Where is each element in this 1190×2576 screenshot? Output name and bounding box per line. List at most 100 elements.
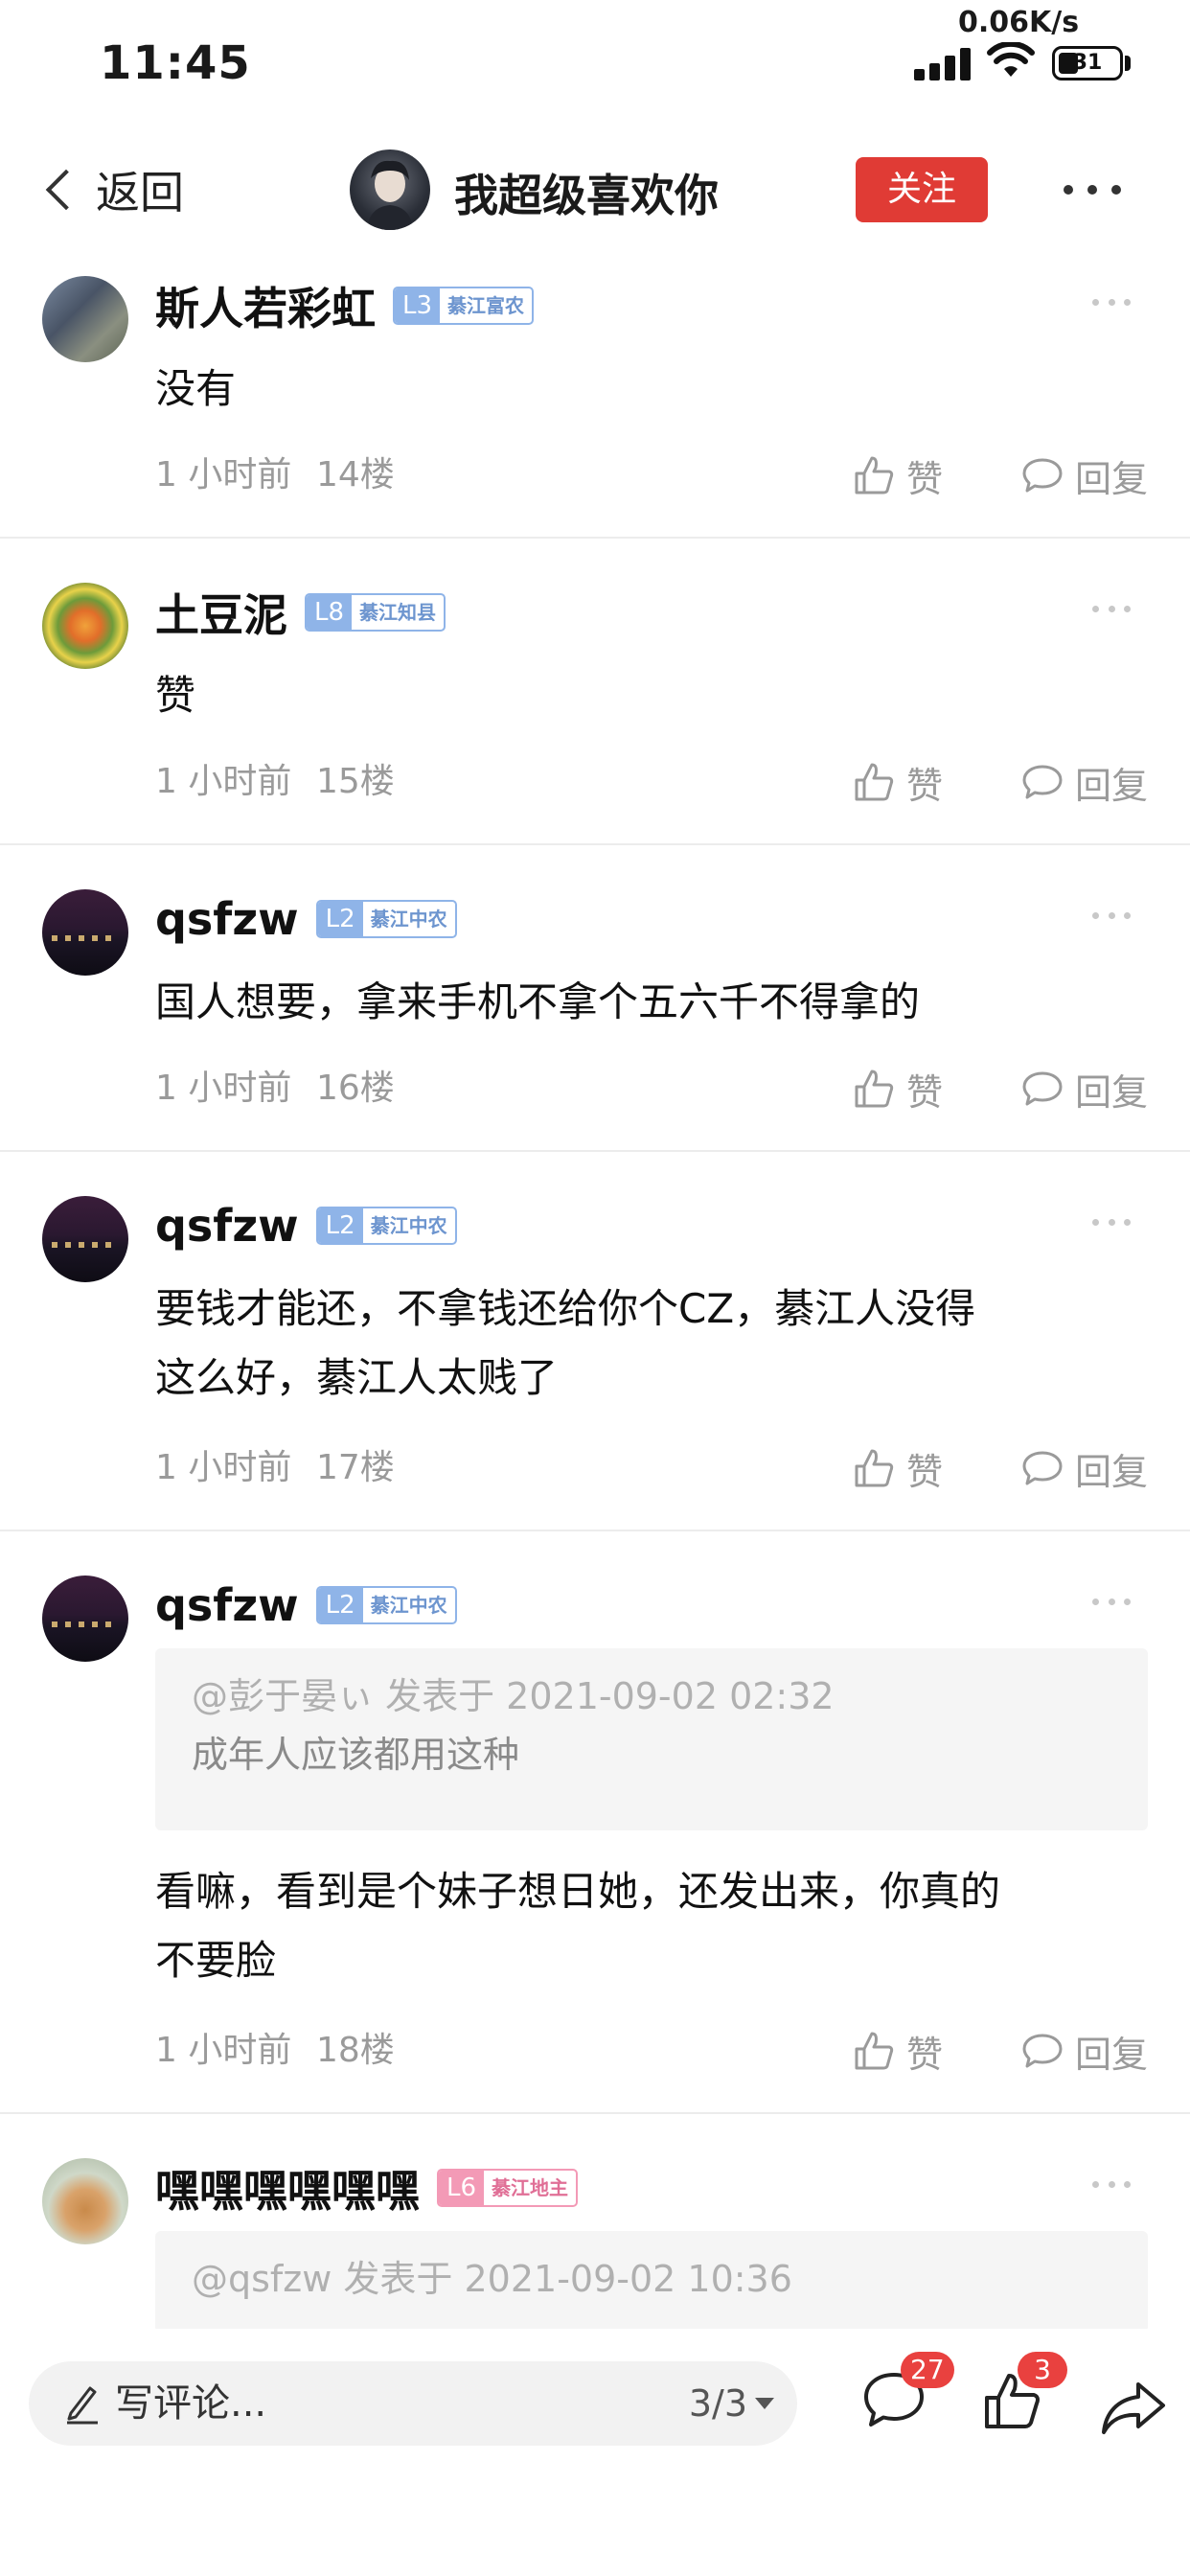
speech-bubble-icon [1022,1451,1063,1485]
comment-item: 嘿嘿嘿嘿嘿嘿 L6 綦江地主 @qsfzw 发表于 2021-09-02 10:… [0,2150,1190,2333]
comment-text: 国人想要，拿来手机不拿个五六千不得拿的 [155,978,921,1025]
more-horizontal-icon[interactable] [1092,299,1131,307]
like-button[interactable]: 赞 [853,448,943,502]
back-button[interactable]: 返回 [42,161,184,218]
username[interactable]: 斯人若彩虹 [155,274,376,337]
comment-meta: 1 小时前 15楼 赞 回复 [155,755,1148,809]
author-avatar[interactable] [350,150,430,230]
chevron-left-icon [45,169,87,211]
comment-item: 斯人若彩虹 L3 綦江富农 没有 1 小时前 14楼 赞 回复 [0,268,1190,539]
more-horizontal-icon[interactable] [1092,1598,1131,1606]
comment-text: 看嘛，看到是个妹子想日她，还发出来，你真的 不要脸 [155,1857,1152,1995]
avatar[interactable] [42,889,128,976]
comment-text: 没有 [155,365,237,412]
username[interactable]: qsfzw [155,1579,299,1631]
level-label: L6 [439,2171,485,2205]
net-speed: 0.06K/s [958,6,1080,39]
share-arrow-icon [1102,2382,1165,2434]
rank-title: 綦江中农 [370,1594,447,1617]
reply-label: 回复 [1074,1450,1148,1493]
floor-number: 17楼 [316,1448,395,1487]
avatar[interactable] [42,1196,128,1282]
comment-text: 赞 [155,672,196,719]
reply-button[interactable]: 回复 [1021,1441,1148,1495]
reply-button[interactable]: 回复 [1021,2024,1148,2078]
comment-item: 土豆泥 L8 綦江知县 赞 1 小时前 15楼 赞 回复 [0,575,1190,845]
avatar[interactable] [42,583,128,669]
username[interactable]: 嘿嘿嘿嘿嘿嘿 [155,2156,420,2220]
comment-text-line: 要钱才能还，不拿钱还给你个CZ，綦江人没得 [155,1285,976,1332]
comment-input[interactable]: 写评论... 3/3 [29,2361,797,2446]
more-horizontal-icon[interactable] [1092,1219,1131,1227]
username[interactable]: qsfzw [155,1200,299,1252]
share-button[interactable] [1100,2379,1167,2436]
comment-placeholder: 写评论... [115,2381,267,2426]
quoted-post[interactable]: @qsfzw 发表于 2021-09-02 10:36 [155,2231,1148,2333]
speech-bubble-icon [1022,1071,1063,1106]
like-post-button[interactable]: 3 [981,2352,1067,2438]
avatar[interactable] [42,1576,128,1662]
comment-meta: 1 小时前 14楼 赞 回复 [155,448,1148,502]
bottom-toolbar: 写评论... 3/3 27 3 [0,2329,1190,2576]
comment-item: qsfzw L2 綦江中农 要钱才能还，不拿钱还给你个CZ，綦江人没得 这么好，… [0,1188,1190,1531]
username[interactable]: 土豆泥 [155,581,287,644]
avatar[interactable] [42,276,128,362]
like-label: 赞 [905,2033,943,2076]
more-horizontal-icon[interactable] [1092,606,1131,613]
quote-text: 成年人应该都用这种 [192,1734,520,1776]
cellular-signal-icon [914,46,972,80]
more-horizontal-icon[interactable] [1092,2181,1131,2189]
comment-text-line: 不要脸 [155,1937,277,1984]
rank-title: 綦江中农 [370,1214,447,1237]
user-row: 嘿嘿嘿嘿嘿嘿 L6 綦江地主 [155,2156,579,2220]
back-label: 返回 [96,167,184,218]
user-row: qsfzw L2 綦江中农 [155,1574,457,1637]
comment-meta: 1 小时前 16楼 赞 回复 [155,1062,1148,1116]
more-horizontal-icon[interactable] [1064,180,1121,199]
level-label: L2 [317,1588,363,1622]
reply-button[interactable]: 回复 [1021,448,1148,502]
page-indicator[interactable]: 3/3 [689,2361,747,2446]
caret-down-icon [755,2398,774,2409]
rank-title: 綦江知县 [359,601,437,624]
comment-time: 1 小时前 [155,1448,292,1487]
page-title: 我超级喜欢你 [454,170,719,221]
like-label: 赞 [905,457,943,500]
pen-icon [67,2386,98,2425]
comment-text-line: 看嘛，看到是个妹子想日她，还发出来，你真的 [155,1868,1001,1915]
reply-button[interactable]: 回复 [1021,755,1148,809]
comment-time: 1 小时前 [155,455,292,494]
comment-time: 1 小时前 [155,2031,292,2070]
more-horizontal-icon[interactable] [1092,912,1131,920]
floor-number: 14楼 [316,455,395,494]
like-label: 赞 [905,1070,943,1114]
reply-button[interactable]: 回复 [1021,1062,1148,1116]
follow-button[interactable]: 关注 [856,157,988,222]
status-bar: 11:45 0.06K/s 31 [0,0,1190,126]
rank-title: 綦江地主 [492,2176,569,2199]
floor-number: 18楼 [316,2031,395,2070]
user-row: 土豆泥 L8 綦江知县 [155,581,446,644]
reply-label: 回复 [1074,2033,1148,2076]
like-button[interactable]: 赞 [853,1062,943,1116]
user-row: qsfzw L2 綦江中农 [155,887,457,951]
like-button[interactable]: 赞 [853,755,943,809]
comment-text-line: 这么好，綦江人太贱了 [155,1354,559,1401]
floor-number: 15楼 [316,762,395,801]
reply-label: 回复 [1074,764,1148,807]
quoted-post[interactable]: @彭于晏ぃ 发表于 2021-09-02 02:32 成年人应该都用这种 [155,1648,1148,1830]
level-badge: L3 綦江富农 [393,287,535,325]
comment-text: 要钱才能还，不拿钱还给你个CZ，綦江人没得 这么好，綦江人太贱了 [155,1275,1152,1413]
avatar[interactable] [42,2158,128,2244]
level-badge: L2 綦江中农 [315,900,457,938]
like-button[interactable]: 赞 [853,1441,943,1495]
battery-icon: 31 [1052,46,1123,80]
comments-button[interactable]: 27 [862,2352,954,2438]
username[interactable]: qsfzw [155,893,299,945]
comment-time: 1 小时前 [155,762,292,801]
nav-bar: 返回 我超级喜欢你 关注 [0,134,1190,244]
rank-title: 綦江中农 [370,908,447,931]
rank-title: 綦江富农 [447,294,525,317]
like-button[interactable]: 赞 [853,2024,943,2078]
quote-header: @qsfzw 发表于 2021-09-02 10:36 [192,2258,792,2300]
